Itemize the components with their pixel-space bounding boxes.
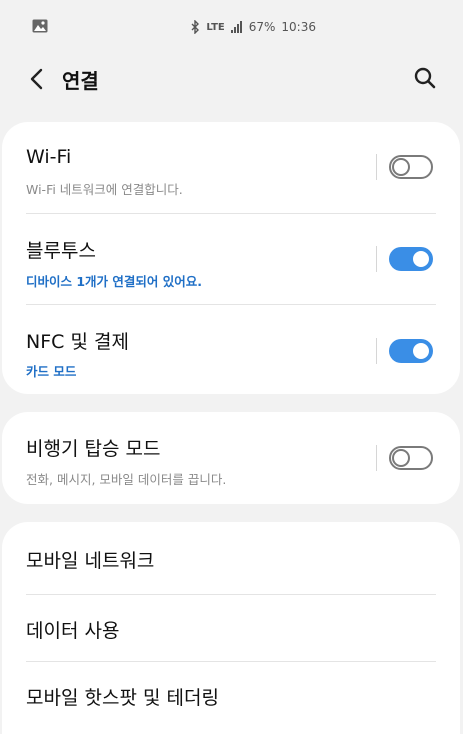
bluetooth-label: 블루투스 [26,240,96,262]
clock: 10:36 [281,20,316,34]
nfc-label: NFC 및 결제 [26,331,129,353]
divider-vertical [376,246,377,272]
divider-vertical [376,445,377,471]
bluetooth-row[interactable]: 블루투스 디바이스 1개가 연결되어 있어요. [2,214,460,304]
nfc-toggle[interactable] [389,339,433,363]
status-bar: LTE 67% 10:36 [0,0,463,52]
airplane-sub: 전화, 메시지, 모바일 데이터를 끕니다. [26,472,227,487]
wifi-row[interactable]: Wi-Fi Wi-Fi 네트워크에 연결합니다. [2,122,460,213]
more-connections-card: 모바일 네트워크 데이터 사용 모바일 핫스팟 및 테더링 [2,522,460,734]
data-usage-row[interactable]: 데이터 사용 [2,595,460,661]
mobile-network-row[interactable]: 모바일 네트워크 [2,522,460,594]
status-indicators: LTE 67% 10:36 [191,18,316,36]
airplane-card: 비행기 탑승 모드 전화, 메시지, 모바일 데이터를 끕니다. [2,412,460,504]
signal-icon [230,21,242,33]
network-type: LTE [206,21,225,33]
bluetooth-icon [191,20,200,34]
data-usage-label: 데이터 사용 [26,620,120,642]
wifi-label: Wi-Fi [26,146,72,168]
nfc-row[interactable]: NFC 및 결제 카드 모드 [2,305,460,394]
airplane-label: 비행기 탑승 모드 [26,438,161,460]
connections-card: Wi-Fi Wi-Fi 네트워크에 연결합니다. 블루투스 디바이스 1개가 연… [2,122,460,394]
back-arrow-icon[interactable] [26,66,48,92]
airplane-toggle[interactable] [389,446,433,470]
hotspot-label: 모바일 핫스팟 및 테더링 [26,687,219,709]
divider-vertical [376,154,377,180]
bluetooth-toggle[interactable] [389,247,433,271]
gallery-icon [32,19,48,33]
hotspot-row[interactable]: 모바일 핫스팟 및 테더링 [2,662,460,734]
bluetooth-sub: 디바이스 1개가 연결되어 있어요. [26,274,203,289]
battery-percent: 67% [248,20,276,34]
app-header: 연결 [0,52,463,108]
divider-vertical [376,338,377,364]
page-title: 연결 [62,69,99,93]
mobile-network-label: 모바일 네트워크 [26,550,155,572]
airplane-row[interactable]: 비행기 탑승 모드 전화, 메시지, 모바일 데이터를 끕니다. [2,412,460,504]
nfc-sub: 카드 모드 [26,364,77,379]
wifi-sub: Wi-Fi 네트워크에 연결합니다. [26,182,183,197]
search-icon[interactable] [413,66,437,90]
wifi-toggle[interactable] [389,155,433,179]
